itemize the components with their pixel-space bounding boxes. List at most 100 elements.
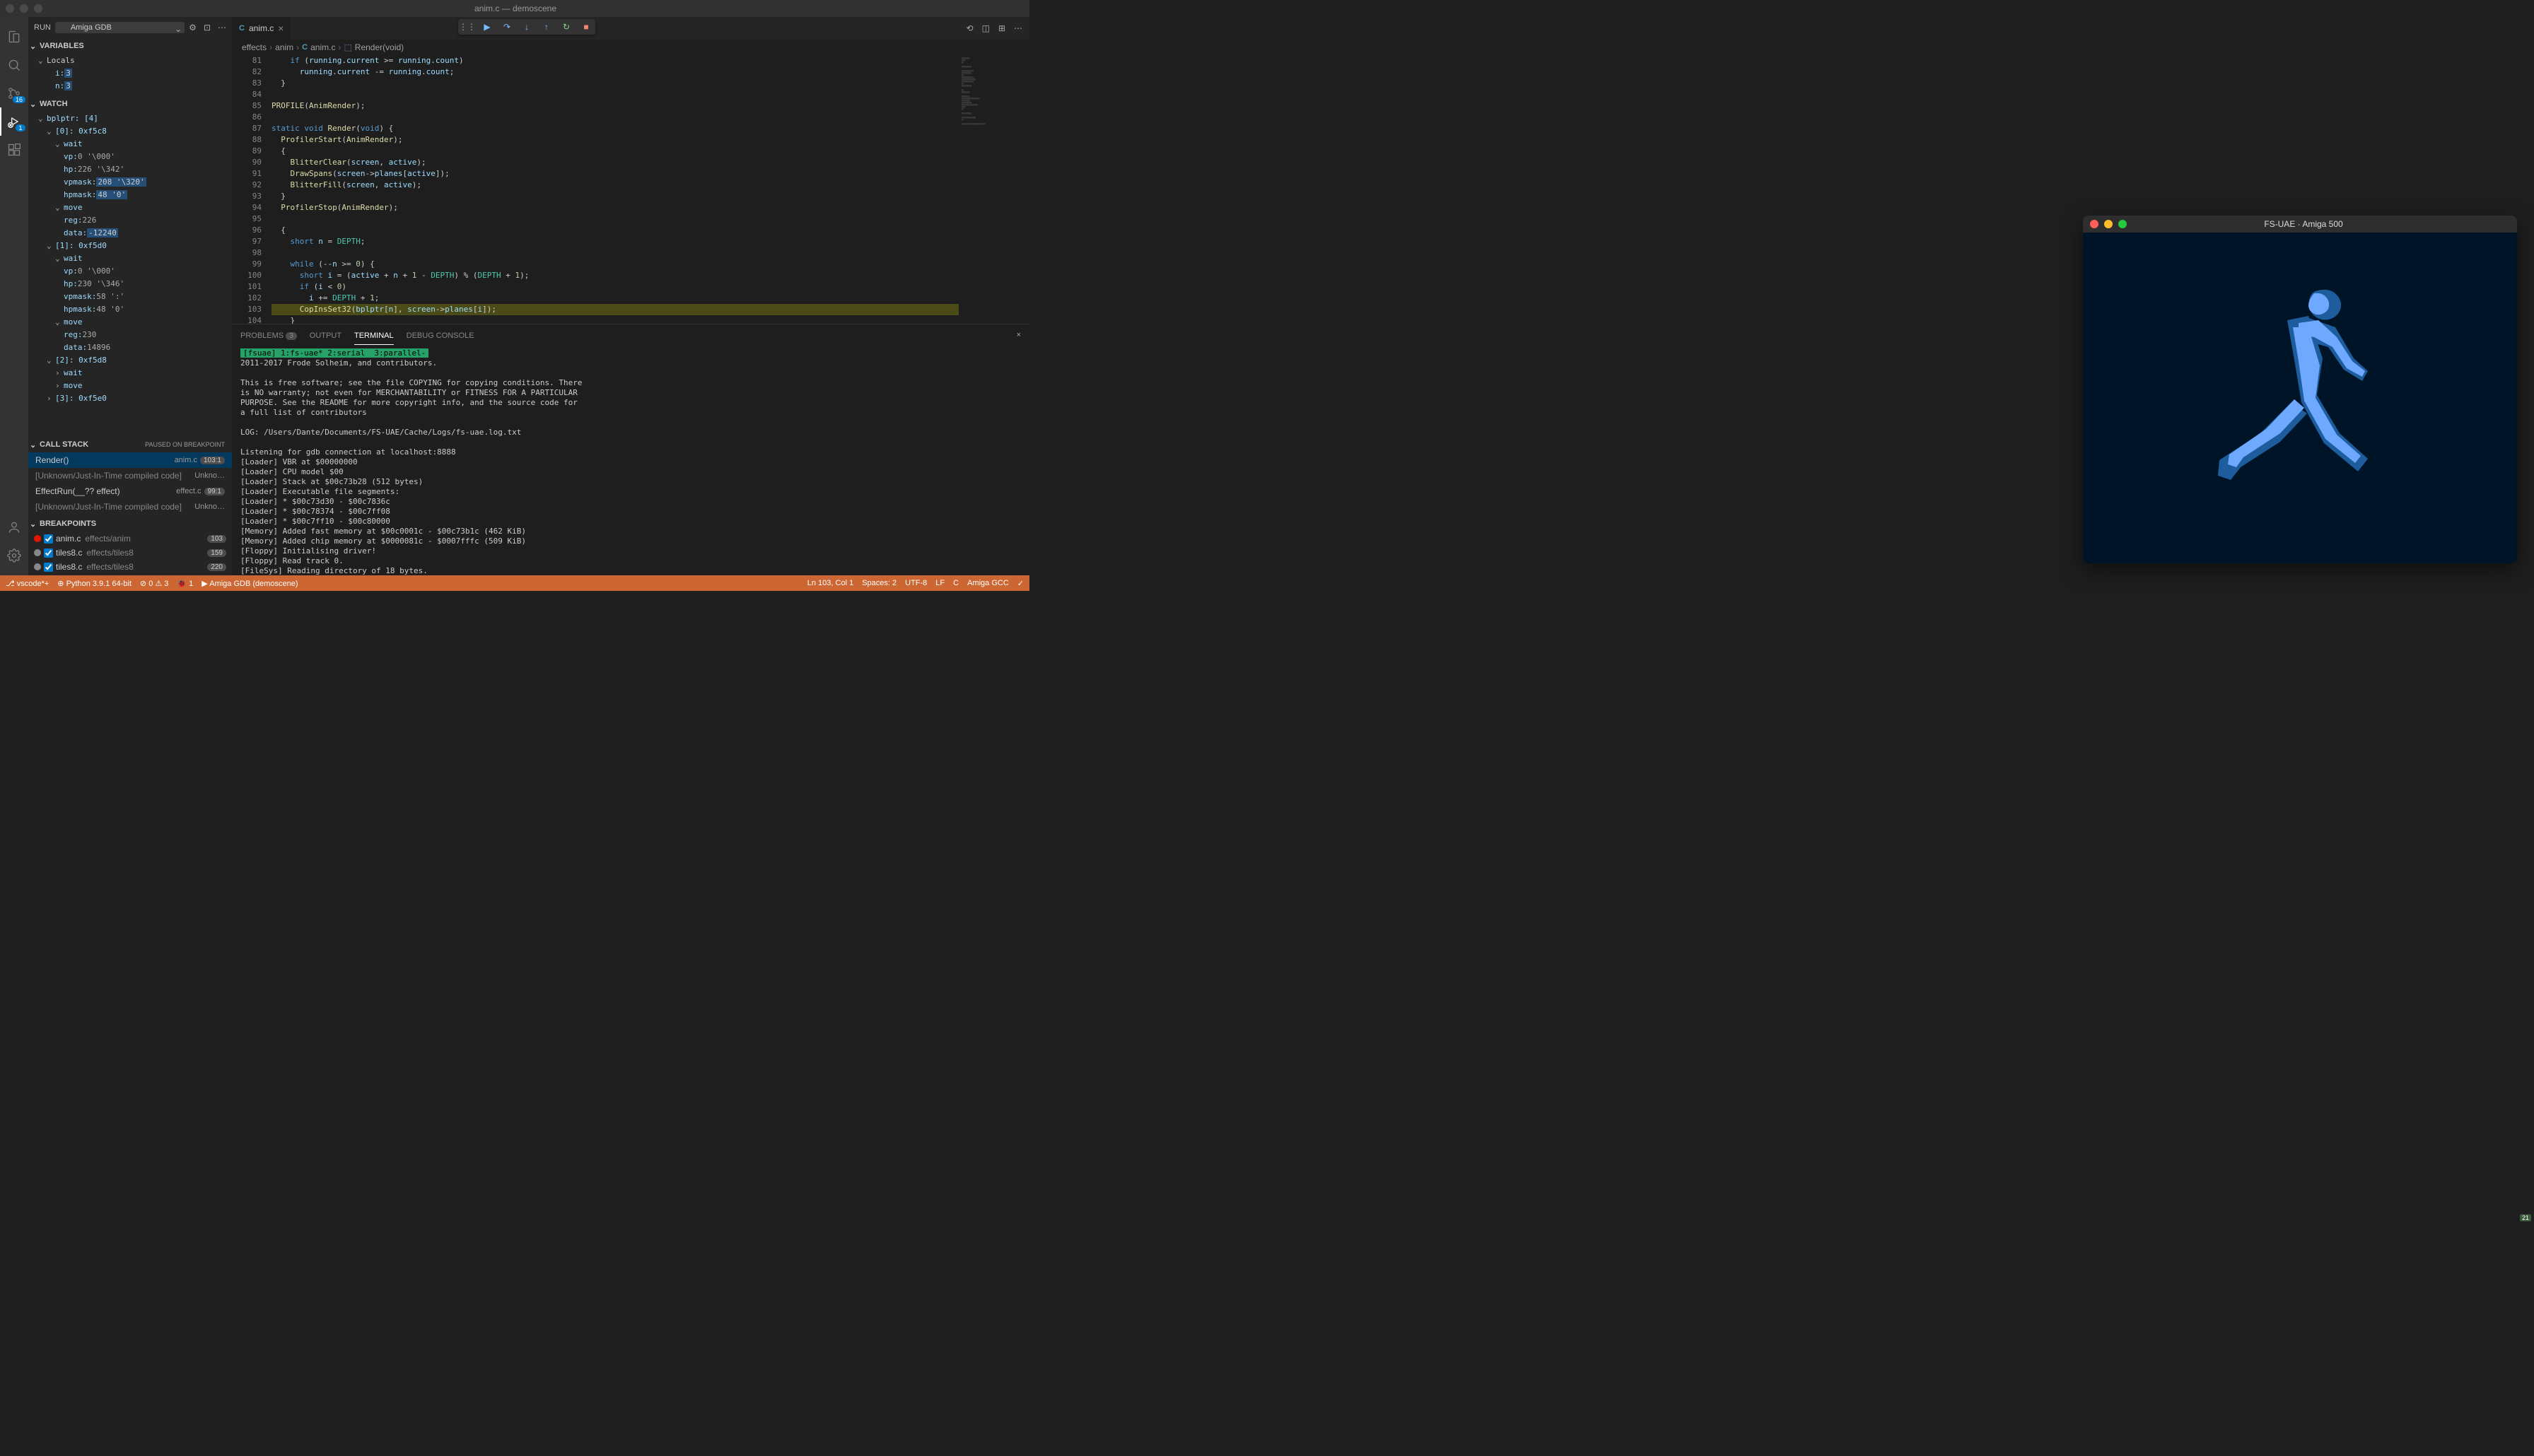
watch-prop[interactable]: vp: 0 '\000' <box>28 150 232 163</box>
watch-prop[interactable]: hp: 230 '\346' <box>28 277 232 290</box>
more-icon[interactable]: ⋯ <box>1014 23 1022 33</box>
watch-entry[interactable]: ›[3]: 0xf5e0 <box>28 392 232 404</box>
gear-icon[interactable]: ⚙ <box>189 23 197 33</box>
stop-icon[interactable]: ■ <box>580 20 592 33</box>
status-problems[interactable]: ⊘ 0 ⚠ 3 <box>140 579 168 588</box>
watch-prop[interactable]: reg: 226 <box>28 213 232 226</box>
breadcrumb-item[interactable]: anim <box>275 42 293 52</box>
section-watch[interactable]: ⌄ WATCH <box>28 96 232 112</box>
traffic-min[interactable] <box>20 4 28 13</box>
tab-terminal[interactable]: TERMINAL <box>354 326 394 345</box>
callstack-frame[interactable]: [Unknown/Just-In-Time compiled code]Unkn… <box>28 468 232 483</box>
activity-extensions[interactable] <box>0 136 28 164</box>
terminal-content[interactable]: [fsuae] 1:fs-uae* 2:serial 3:parallel- 2… <box>232 346 1029 575</box>
watch-root[interactable]: ⌄bplptr: [4] <box>28 112 232 124</box>
activity-scm[interactable]: 16 <box>0 79 28 107</box>
breadcrumb-item[interactable]: effects <box>242 42 267 52</box>
emulator-window[interactable]: FS-UAE · Amiga 500 <box>2083 216 2517 563</box>
activity-accounts[interactable] <box>0 513 28 541</box>
status-eol[interactable]: LF <box>935 579 945 588</box>
debug-config-select[interactable]: Amiga GDB <box>55 22 185 33</box>
status-encoding[interactable]: UTF-8 <box>905 579 927 588</box>
callstack-frame[interactable]: EffectRun(__?? effect)effect.c99:1 <box>28 483 232 499</box>
more-icon[interactable]: ⋯ <box>218 23 226 33</box>
breakpoint-item[interactable]: tiles8.ceffects/tiles8159 <box>28 546 232 560</box>
watch-prop[interactable]: hpmask: 48 '0' <box>28 303 232 315</box>
section-callstack[interactable]: ⌄ CALL STACK PAUSED ON BREAKPOINT <box>28 437 232 452</box>
status-indent[interactable]: Spaces: 2 <box>862 579 897 588</box>
status-lang[interactable]: C <box>953 579 959 588</box>
activity-settings[interactable] <box>0 541 28 570</box>
breakpoint-checkbox[interactable] <box>44 563 53 572</box>
status-compiler[interactable]: Amiga GCC <box>967 579 1009 588</box>
drag-handle-icon[interactable]: ⋮⋮ <box>461 20 474 33</box>
split-icon[interactable]: ◫ <box>982 23 990 33</box>
variables-locals[interactable]: ⌄Locals <box>28 54 232 66</box>
code-editor[interactable]: if (running.current >= running.count) ru… <box>272 55 959 324</box>
debug-console-icon[interactable]: ⊡ <box>204 23 211 33</box>
variable-item[interactable]: i: 3 <box>28 66 232 79</box>
watch-prop[interactable]: vp: 0 '\000' <box>28 264 232 277</box>
section-breakpoints[interactable]: ⌄ BREAKPOINTS <box>28 516 232 532</box>
chevron-down-icon[interactable]: ⌄ <box>175 24 182 34</box>
watch-move[interactable]: ⌄move <box>28 315 232 328</box>
watch-prop[interactable]: reg: 230 <box>28 328 232 341</box>
tab-anim-c[interactable]: C anim.c × <box>232 17 291 40</box>
watch-wait[interactable]: ⌄wait <box>28 252 232 264</box>
debug-toolbar[interactable]: ⋮⋮ ▶ ↷ ↓ ↑ ↻ ■ <box>458 19 595 35</box>
step-over-icon[interactable]: ↷ <box>501 20 513 33</box>
emulator-titlebar[interactable]: FS-UAE · Amiga 500 <box>2083 216 2517 233</box>
watch-prop[interactable]: hp: 226 '\342' <box>28 163 232 175</box>
activity-search[interactable] <box>0 51 28 79</box>
traffic-max[interactable] <box>2118 220 2127 228</box>
watch-wait[interactable]: ›wait <box>28 366 232 379</box>
watch-prop[interactable]: vpmask: 208 '\320' <box>28 175 232 188</box>
traffic-close[interactable] <box>2090 220 2098 228</box>
watch-prop[interactable]: data: -12240 <box>28 226 232 239</box>
minimap[interactable]: ████████████████████████████████████████… <box>959 55 1029 324</box>
breakpoint-item[interactable]: anim.ceffects/anim103 <box>28 532 232 546</box>
panel-close-icon[interactable]: × <box>1017 331 1021 339</box>
line-gutter[interactable]: 8182838485868788899091929394959697989910… <box>232 55 272 324</box>
variable-item[interactable]: n: 3 <box>28 79 232 92</box>
diff-icon[interactable]: ⊞ <box>998 23 1005 33</box>
status-check[interactable]: ✓ <box>1017 579 1024 588</box>
traffic-min[interactable] <box>2104 220 2113 228</box>
status-branch[interactable]: ⎇ vscode*+ <box>6 579 49 588</box>
breakpoint-checkbox[interactable] <box>44 548 53 558</box>
breakpoint-checkbox[interactable] <box>44 534 53 544</box>
step-out-icon[interactable]: ↑ <box>540 20 553 33</box>
watch-prop[interactable]: hpmask: 48 '0' <box>28 188 232 201</box>
watch-move[interactable]: ›move <box>28 379 232 392</box>
status-debug-icon[interactable]: 🐞 1 <box>177 579 193 588</box>
compare-icon[interactable]: ⟲ <box>967 23 974 33</box>
status-debug-target[interactable]: ▶ Amiga GDB (demoscene) <box>202 579 298 588</box>
breadcrumb[interactable]: effects › anim › C anim.c › ⬚ Render(voi… <box>232 40 1029 55</box>
watch-prop[interactable]: data: 14896 <box>28 341 232 353</box>
section-variables[interactable]: ⌄ VARIABLES <box>28 38 232 54</box>
continue-icon[interactable]: ▶ <box>481 20 494 33</box>
traffic-close[interactable] <box>6 4 14 13</box>
watch-prop[interactable]: vpmask: 58 ':' <box>28 290 232 303</box>
activity-explorer[interactable] <box>0 23 28 51</box>
step-into-icon[interactable]: ↓ <box>520 20 533 33</box>
traffic-max[interactable] <box>34 4 42 13</box>
status-cursor[interactable]: Ln 103, Col 1 <box>807 579 853 588</box>
watch-entry[interactable]: ⌄[0]: 0xf5c8 <box>28 124 232 137</box>
status-python[interactable]: ⊕ Python 3.9.1 64-bit <box>57 579 132 588</box>
tab-debug-console[interactable]: DEBUG CONSOLE <box>407 326 474 344</box>
tab-output[interactable]: OUTPUT <box>310 326 341 344</box>
watch-entry[interactable]: ⌄[1]: 0xf5d0 <box>28 239 232 252</box>
watch-entry[interactable]: ⌄[2]: 0xf5d8 <box>28 353 232 366</box>
watch-move[interactable]: ⌄move <box>28 201 232 213</box>
editor-body[interactable]: 8182838485868788899091929394959697989910… <box>232 55 1029 324</box>
watch-wait[interactable]: ⌄wait <box>28 137 232 150</box>
tab-problems[interactable]: PROBLEMS 3 <box>240 326 297 344</box>
close-icon[interactable]: × <box>278 23 284 34</box>
callstack-frame[interactable]: Render()anim.c103:1 <box>28 452 232 468</box>
activity-debug[interactable]: 1 <box>0 107 28 136</box>
restart-icon[interactable]: ↻ <box>560 20 573 33</box>
breadcrumb-item[interactable]: Render(void) <box>355 42 404 52</box>
breadcrumb-item[interactable]: anim.c <box>310 42 335 52</box>
callstack-frame[interactable]: [Unknown/Just-In-Time compiled code]Unkn… <box>28 499 232 515</box>
